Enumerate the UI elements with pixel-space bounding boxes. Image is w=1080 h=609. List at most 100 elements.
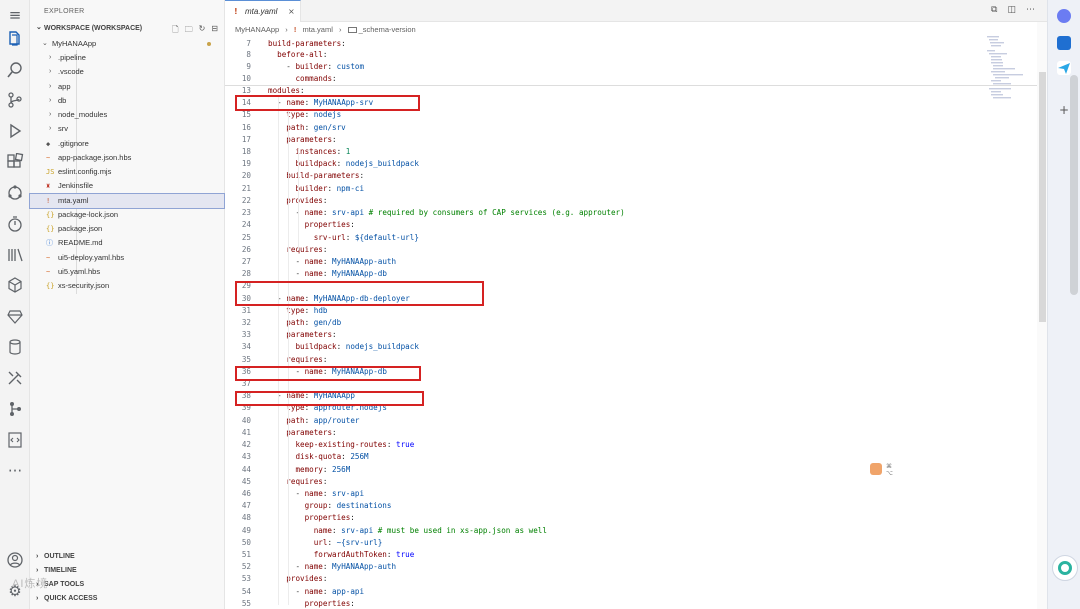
tab-mta-yaml[interactable]: ! mta.yaml × xyxy=(225,0,301,22)
code-line[interactable]: 15 type: nodejs xyxy=(225,109,1037,121)
tree-file[interactable]: {} package.json xyxy=(30,222,224,236)
menu-icon[interactable]: ≡ xyxy=(6,6,24,24)
new-file-icon[interactable]: 🗋 xyxy=(172,24,178,38)
code-line[interactable]: 20 build-parameters: xyxy=(225,170,1037,182)
tree-file[interactable]: ~ ui5-deploy.yaml.hbs xyxy=(30,251,224,265)
code-line[interactable]: 8 before-all: xyxy=(225,49,1037,61)
tree-file[interactable]: ♜ Jenkinsfile xyxy=(30,179,224,193)
ai-assist-icon[interactable] xyxy=(870,463,882,475)
code-line[interactable]: 47 group: destinations xyxy=(225,500,1037,512)
tree-folder[interactable]: › .pipeline xyxy=(30,51,224,65)
code-line[interactable]: 55 properties: xyxy=(225,598,1037,609)
remote-icon[interactable] xyxy=(6,184,24,202)
assistant-launcher-icon[interactable] xyxy=(1052,555,1078,581)
code-line[interactable]: 27 - name: MyHANAApp-auth xyxy=(225,256,1037,268)
copilot-icon[interactable] xyxy=(1057,9,1071,23)
code-line[interactable]: 24 properties: xyxy=(225,219,1037,231)
code-line[interactable]: 7 build-parameters: xyxy=(225,38,1037,50)
add-icon[interactable]: + xyxy=(1059,103,1069,117)
code-line[interactable]: 28 - name: MyHANAApp-db xyxy=(225,268,1037,280)
code-line[interactable]: 31 type: hdb xyxy=(225,305,1037,317)
code-line[interactable]: 33 parameters: xyxy=(225,329,1037,341)
cube-icon[interactable] xyxy=(6,276,24,294)
timeline-section[interactable]: › TIMELINE xyxy=(30,564,225,578)
breadcrumb-project[interactable]: MyHANAApp xyxy=(235,25,279,34)
code-line[interactable]: 35 requires: xyxy=(225,354,1037,366)
tree-file[interactable]: ◆ .gitignore xyxy=(30,137,224,151)
search-icon[interactable] xyxy=(6,61,24,79)
code-line[interactable]: 18 instances: 1 xyxy=(225,146,1037,158)
tree-file[interactable]: ⓘ README.md xyxy=(30,236,224,250)
timer-icon[interactable] xyxy=(6,215,24,233)
code-line[interactable]: 25 srv-url: ${default-url} xyxy=(225,232,1037,244)
tree-file[interactable]: {} package-lock.json xyxy=(30,208,224,222)
outline-section[interactable]: › OUTLINE xyxy=(30,550,225,564)
code-line[interactable]: 32 path: gen/db xyxy=(225,317,1037,329)
code-line[interactable]: 49 name: srv-api # must be used in xs-ap… xyxy=(225,525,1037,537)
tree-folder[interactable]: › db xyxy=(30,94,224,108)
code-line[interactable]: 23 - name: srv-api # required by consume… xyxy=(225,207,1037,219)
quick-access-section[interactable]: › QUICK ACCESS xyxy=(30,592,225,606)
tree-folder[interactable]: › .vscode xyxy=(30,65,224,79)
code-line[interactable]: 42 keep-existing-routes: true xyxy=(225,439,1037,451)
code-line[interactable]: 16 path: gen/srv xyxy=(225,122,1037,134)
minimap[interactable] xyxy=(985,34,1025,104)
collapse-all-icon[interactable]: ⊟ xyxy=(211,24,218,38)
code-line[interactable]: 43 disk-quota: 256M xyxy=(225,451,1037,463)
code-line[interactable]: 50 url: ~{srv-url} xyxy=(225,537,1037,549)
outlook-icon[interactable] xyxy=(1057,36,1071,50)
database-icon[interactable] xyxy=(6,338,24,356)
tree-file[interactable]: JS eslint.config.mjs xyxy=(30,165,224,179)
library-icon[interactable] xyxy=(6,246,24,264)
git-graph-icon[interactable] xyxy=(6,400,24,418)
more-icon[interactable]: ··· xyxy=(6,462,24,480)
source-control-icon[interactable] xyxy=(6,91,24,109)
code-line[interactable]: 46 - name: srv-api xyxy=(225,488,1037,500)
breadcrumb-symbol[interactable]: _schema-version xyxy=(359,25,416,34)
code-line[interactable]: 22 provides: xyxy=(225,195,1037,207)
refresh-icon[interactable]: ↻ xyxy=(199,24,206,38)
code-line[interactable]: 45 requires: xyxy=(225,476,1037,488)
tree-folder[interactable]: › srv xyxy=(30,122,224,136)
close-icon[interactable]: × xyxy=(288,1,295,22)
panel-scrollbar[interactable] xyxy=(1070,75,1078,295)
code-line[interactable]: 26 requires: xyxy=(225,244,1037,256)
code-line[interactable]: 9 - builder: custom xyxy=(225,61,1037,73)
code-line[interactable]: 17 parameters: xyxy=(225,134,1037,146)
new-folder-icon[interactable]: 🗀 xyxy=(185,24,193,38)
account-icon[interactable] xyxy=(6,551,24,569)
scrollbar-thumb[interactable] xyxy=(1039,72,1046,322)
code-line[interactable]: 44 memory: 256M xyxy=(225,464,1037,476)
tree-folder[interactable]: › node_modules xyxy=(30,108,224,122)
tree-file[interactable]: ! mta.yaml xyxy=(29,192,225,209)
tree-folder[interactable]: › app xyxy=(30,80,224,94)
more-actions-icon[interactable]: ⋯ xyxy=(1026,5,1035,15)
editor-scrollbar[interactable] xyxy=(1037,22,1047,609)
tools-icon[interactable] xyxy=(6,369,24,387)
code-line[interactable]: 53 provides: xyxy=(225,573,1037,585)
gem-icon[interactable] xyxy=(6,307,24,325)
code-page-icon[interactable] xyxy=(6,431,24,449)
send-icon[interactable] xyxy=(1057,61,1071,75)
tree-file[interactable]: {} xs-security.json xyxy=(30,279,224,293)
split-editor-icon[interactable]: ◫ xyxy=(1007,5,1016,15)
run-debug-icon[interactable] xyxy=(6,122,24,140)
code-line[interactable]: 51 forwardAuthToken: true xyxy=(225,549,1037,561)
code-line[interactable]: 41 parameters: xyxy=(225,427,1037,439)
tree-file[interactable]: ~ app-package.json.hbs xyxy=(30,151,224,165)
extensions-icon[interactable] xyxy=(6,153,24,171)
code-line[interactable]: 21 builder: npm-ci xyxy=(225,183,1037,195)
settings-gear-icon[interactable]: ⚙ xyxy=(6,582,24,600)
code-line[interactable]: 48 properties: xyxy=(225,512,1037,524)
tree-file[interactable]: ~ ui5.yaml.hbs xyxy=(30,265,224,279)
code-line[interactable]: 54 - name: app-api xyxy=(225,586,1037,598)
project-folder[interactable]: ⌄ MyHANAApp xyxy=(30,37,224,51)
code-line[interactable]: 34 buildpack: nodejs_buildpack xyxy=(225,341,1037,353)
code-line[interactable]: 52 - name: MyHANAApp-auth xyxy=(225,561,1037,573)
open-preview-icon[interactable]: ⧉ xyxy=(991,5,997,15)
code-line[interactable]: 10 commands: xyxy=(225,73,1037,85)
code-line[interactable]: 40 path: app/router xyxy=(225,415,1037,427)
breadcrumb-file[interactable]: mta.yaml xyxy=(302,25,332,34)
sap-tools-section[interactable]: › SAP TOOLS xyxy=(30,578,225,592)
explorer-icon[interactable] xyxy=(6,30,24,48)
